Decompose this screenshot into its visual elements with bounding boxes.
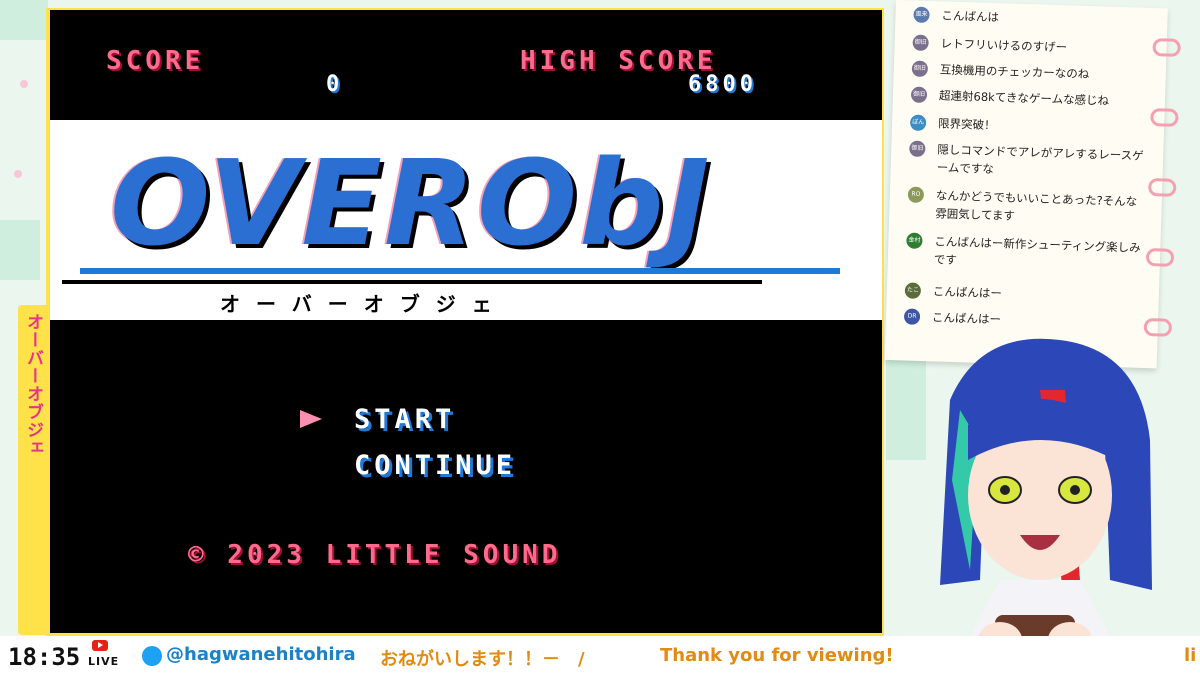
chat-message: たこ こんばんはー — [904, 282, 1145, 300]
binder-ring — [1152, 38, 1181, 57]
chat-panel[interactable]: 風来 こんばんは 御旧 レトフリいけるのすげー 御旧 互換機用のチェッカーなのね… — [884, 0, 1181, 369]
bg-stripe — [0, 0, 48, 40]
logo-kana: オーバーオブジェ — [220, 292, 508, 316]
chat-message-text: レトフリいけるのすげー — [940, 36, 1068, 55]
ticker-text: おねがいします！！－ / — [380, 649, 585, 670]
chat-message: DR こんばんはー — [903, 308, 1144, 326]
chat-message: 金村 こんばんはー新作シューティング楽しみです — [906, 232, 1147, 267]
chat-message: 御旧 隠しコマンドでアレがアレするレースゲームですな — [909, 140, 1150, 176]
avatar: 御旧 — [911, 60, 929, 78]
triangle-right-icon — [300, 410, 322, 428]
chat-message: 御旧 レトフリいけるのすげー — [912, 34, 1153, 54]
avatar: 風来 — [913, 6, 930, 24]
copyright-text: © 2023 LITTLE SOUND — [188, 540, 562, 570]
twitter-handle[interactable]: @hagwanehitohira — [166, 644, 356, 665]
chat-message-text: こんばんはー新作シューティング楽しみです — [933, 234, 1141, 268]
title-logo: OVERObJ オーバーオブジェ — [50, 120, 882, 320]
side-title-tab: オーバーオブジェ — [18, 305, 48, 635]
high-score-value: 6800 — [688, 72, 757, 97]
logo-underline-shadow — [62, 280, 762, 284]
chat-message: 御旧 互換機用のチェッカーなのね — [911, 60, 1152, 81]
chat-message: ぽん 限界突破！ — [909, 114, 1150, 132]
chat-message: 風来 こんばんは — [913, 6, 1154, 24]
menu-item-start[interactable]: START — [354, 404, 455, 435]
avatar: 金村 — [906, 232, 923, 249]
binder-ring — [1150, 108, 1179, 127]
live-badge: LIVE — [86, 640, 134, 670]
ticker-text: li — [1184, 645, 1197, 666]
binder-ring — [1147, 178, 1177, 197]
avatar: DR — [903, 308, 921, 325]
chat-message: 御旧 超連射68kてきなゲームな感じね — [910, 86, 1151, 108]
chat-message-text: 超連射68kてきなゲームな感じね — [938, 88, 1110, 108]
youtube-icon — [92, 640, 108, 651]
chat-message: RO なんかどうでもいいことあった?そんな雰囲気してます — [907, 186, 1148, 223]
avatar: 御旧 — [912, 34, 929, 52]
logo-text: OVERObJ — [110, 134, 712, 272]
live-label: LIVE — [88, 655, 120, 668]
chat-message-text: こんばんは — [941, 8, 1000, 25]
side-title-text: オーバーオブジェ — [23, 313, 43, 457]
ticker-text: Thank you for viewing! — [660, 645, 894, 666]
score-label: SCORE — [106, 46, 205, 76]
vtuber-avatar — [940, 338, 1152, 675]
bg-dot — [20, 80, 28, 88]
chat-message-text: なんかどうでもいいことあった?そんな雰囲気してます — [935, 188, 1138, 223]
chat-message-text: 互換機用のチェッカーなのね — [939, 62, 1090, 82]
bg-dot — [14, 170, 22, 178]
binder-ring — [1145, 247, 1175, 267]
chat-message-text: 限界突破！ — [937, 116, 996, 133]
bg-stripe — [0, 220, 40, 280]
menu-item-continue[interactable]: CONTINUE — [354, 450, 516, 481]
avatar: 御旧 — [909, 140, 926, 157]
bottom-bar: 18:35 LIVE @hagwanehitohira おねがいします！！－ /… — [0, 636, 1200, 675]
game-screen[interactable]: SCORE 0 HIGH SCORE 6800 OVERObJ オーバーオブジェ… — [50, 10, 882, 633]
avatar: ぽん — [909, 114, 927, 132]
clock: 18:35 — [8, 643, 81, 671]
avatar: RO — [907, 186, 925, 203]
avatar: たこ — [904, 282, 922, 299]
twitter-icon — [142, 646, 162, 666]
score-value: 0 — [326, 72, 344, 97]
chat-message-text: 隠しコマンドでアレがアレするレースゲームですな — [936, 142, 1144, 177]
avatar: 御旧 — [910, 86, 928, 104]
chat-message-text: こんばんはー — [932, 284, 1003, 301]
logo-underline — [80, 268, 840, 274]
